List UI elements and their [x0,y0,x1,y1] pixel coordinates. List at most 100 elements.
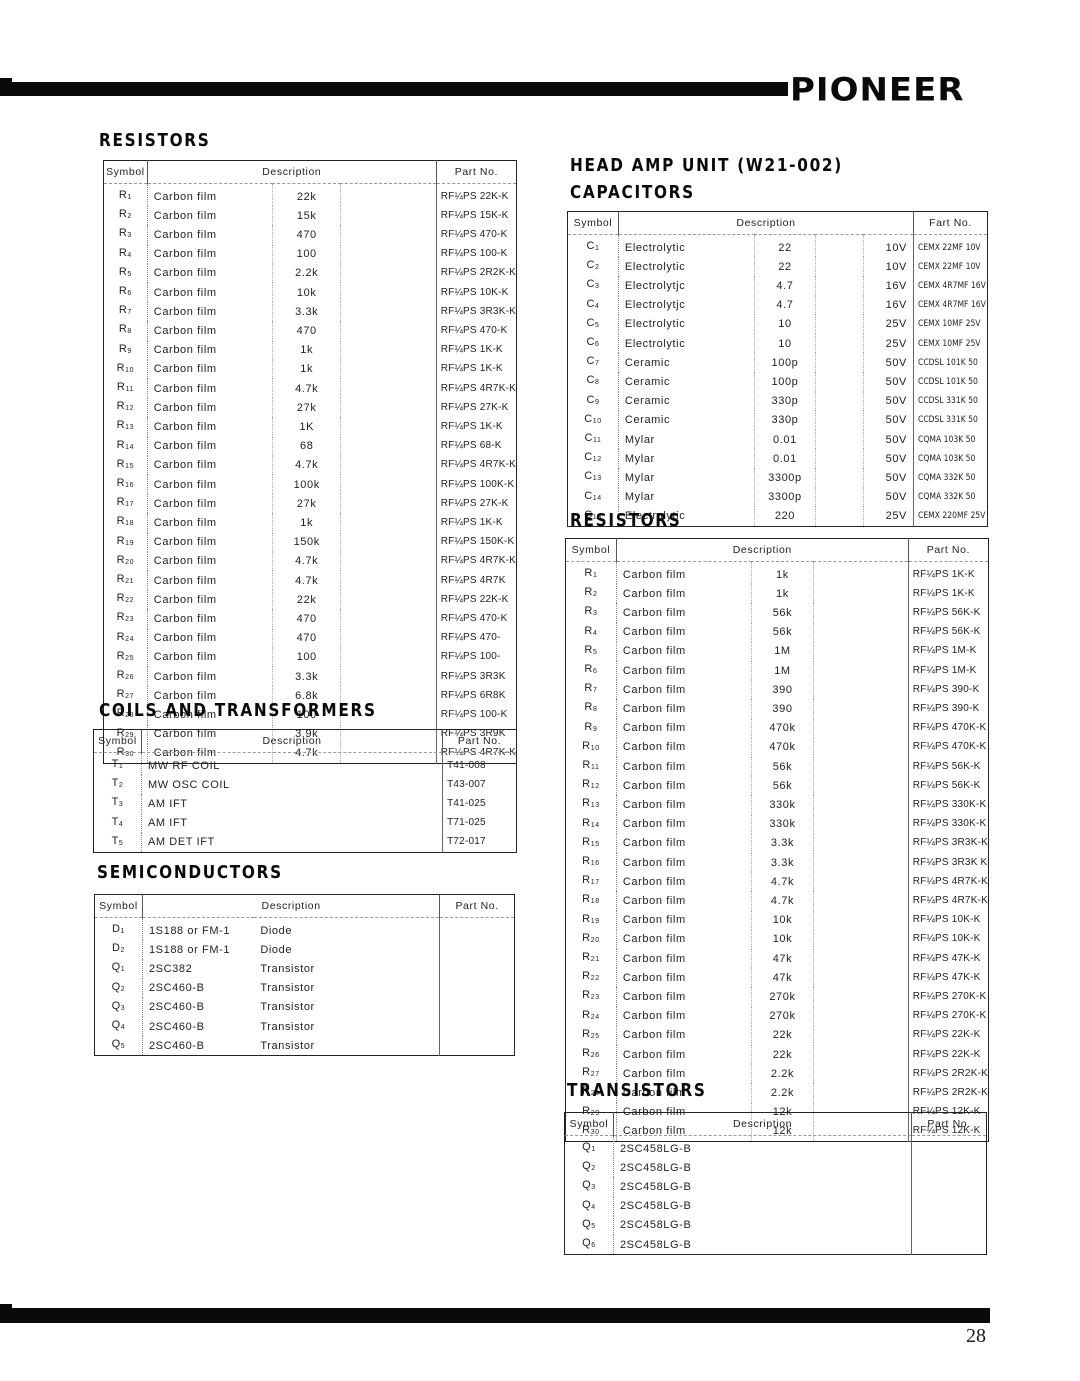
symbol-cell: R8 [103,321,148,341]
description-cell: Carbon film [153,286,217,299]
col-part-no: Part No. [907,538,989,562]
description-cell: 2SC458LG-B [619,1219,692,1232]
col-description: Description [613,1112,912,1136]
symbol-cell: R16 [565,853,617,873]
description-cell: Carbon film [153,516,217,529]
part-no-cell: RF¼PS 27K-K [435,494,517,514]
symbol-index: 5 [118,839,124,847]
table-row: R13 Carbon film 1K RF¼PS 1K-K [103,417,517,437]
coils-table: Symbol Description Part No. T1 MW RF COIL… [93,729,517,854]
transistors-table: Symbol Description Part No. Q1 2SC458LG-B… [564,1112,987,1256]
symbol-index: 25 [125,654,135,662]
part-no-cell: RF¼PS 4R7K [435,571,517,591]
table-row: R10 Carbon film 470k RF¼PS 470K-K [565,737,989,758]
table-row: R4 Carbon film 56k RF¼PS 56K-K [565,622,989,642]
spacer-cell [815,295,864,315]
symbol-letter: C [586,336,595,349]
symbol-cell: R19 [565,910,617,930]
col-symbol: Symbol [565,538,617,562]
symbol-letter: R [582,874,591,887]
symbol-index: 16 [125,482,135,490]
value-cell: 3.3k [751,853,814,873]
part-no-cell: CEMX 10MF 25V [912,314,988,335]
description-cell: Carbon film [622,722,686,735]
symbol-letter: R [116,649,126,662]
description-cell: Carbon film [153,420,217,433]
value-cell: 56k [751,776,814,796]
symbol-cell: R18 [565,891,617,911]
part-no-cell: RF¼PS 1K-K [435,513,517,533]
part-no-cell: RF¼PS 1K-K [907,561,989,585]
spacer-cell [812,872,909,892]
symbol-letter: R [582,855,591,868]
part-no-cell: RF¼PS 4R7K-K [435,379,517,399]
value-cell: 390 [751,680,814,700]
symbol-index: 16 [590,860,600,868]
symbol-index: 4 [594,302,600,310]
voltage-cell: 10V [863,257,914,277]
symbol-letter: R [584,586,593,599]
description-cell: Carbon film [622,894,686,907]
part-no-cell [439,997,515,1018]
symbol-index: 12 [125,405,135,413]
part-no-cell: RF¼PS 10K-K [907,929,989,950]
description-cell: Mylar [624,491,655,504]
symbol-letter: R [582,989,591,1002]
table-row: Q3 2SC458LG-B [564,1177,987,1197]
symbol-letter: C [586,316,595,329]
spacer-cell [815,506,864,527]
part-no-cell [911,1215,987,1236]
table-row: R14 Carbon film 68 RF¼PS 68-K [103,436,517,456]
description-cell: Mylar [624,452,655,465]
part-no-cell [911,1177,987,1197]
part-no-cell: CEMX 10MF 25V [912,334,988,354]
part-no-cell: RF¼PS 3R3K K [907,853,989,873]
col-symbol: Symbol [94,894,143,918]
value-cell: 22 [753,257,817,277]
value-cell: 4.7k [272,551,342,572]
part-no-cell: T72-017 [442,832,517,853]
description-cell: Carbon film [153,574,217,587]
spacer-cell [340,244,437,264]
part-no-cell: T41-008 [442,752,517,776]
description-cell: Carbon film [153,209,217,222]
symbol-index: 4 [118,820,124,828]
description-cell: Mylar [624,433,655,446]
symbol-index: 14 [125,443,135,451]
value-cell: 10k [751,910,814,930]
symbol-index: 6 [127,290,132,298]
symbol-letter: R [116,457,126,470]
symbol-letter: Q [582,1217,592,1230]
symbol-index: 2 [120,947,125,955]
symbol-cell: Q3 [94,997,143,1018]
table-row: R12 Carbon film 27k RF¼PS 27K-K [103,398,517,418]
value-cell: 15k [272,206,342,226]
transistors-title: TRANSISTORS [567,1080,707,1101]
part-no-cell: RF¼PS 1K-K [435,340,517,360]
spacer-cell [812,987,909,1007]
semiconductors-table: Symbol Description Part No. D1 1S188 or F… [94,894,515,1057]
description-cell: Carbon film [622,683,686,696]
spacer-cell [340,340,437,360]
spacer-cell [340,321,437,341]
spacer-cell [812,641,909,662]
symbol-index: 3 [118,801,124,809]
table-row: Q5 2SC460-B Transistor [94,1036,515,1056]
symbol-cell: R5 [565,641,617,662]
symbol-index: 10 [125,366,135,374]
symbol-cell: R17 [565,872,617,892]
value-cell: 100p [753,372,817,392]
table-row: Q2 2SC460-B Transistor [94,978,515,998]
symbol-letter: R [582,893,591,906]
symbol-index: 9 [127,347,132,355]
symbol-letter: R [582,778,591,791]
value-cell: 1k [751,584,814,604]
table-row: C9 Ceramic 330p 50V CCDSL 331K 50 [567,391,988,411]
symbol-letter: C [586,393,595,406]
type-cell: Transistor [260,982,315,995]
symbol-index: 5 [127,270,132,278]
symbol-cell: R6 [565,661,617,681]
symbol-letter: R [584,663,593,676]
value-cell: 10k [751,929,814,950]
symbol-cell: R19 [103,532,148,552]
